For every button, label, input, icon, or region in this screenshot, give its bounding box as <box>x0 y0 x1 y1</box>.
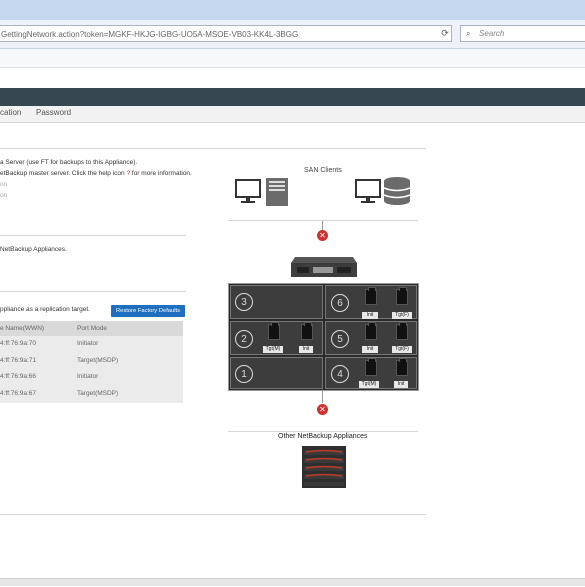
settings-tab-strip <box>0 106 585 123</box>
table-row-wwn: 4:ff:76:9a:70 <box>0 340 37 347</box>
port-label: Init <box>394 381 408 388</box>
section-divider-1 <box>0 235 186 236</box>
port-icon <box>361 322 379 348</box>
table-row-wwn: 4:ff:76:9a:66 <box>0 373 37 380</box>
slot-1[interactable]: 1 <box>230 357 323 389</box>
help-text-part1: etBackup master server. Click the help i… <box>0 170 127 177</box>
slot-3[interactable]: 3 <box>230 285 323 319</box>
fc-server-option: a Server (use FT for backups to this App… <box>0 159 138 166</box>
help-text-part2: for more information. <box>130 170 192 177</box>
appliances-divider <box>228 431 418 432</box>
slot-number: 3 <box>235 293 253 311</box>
slot-number: 1 <box>235 365 253 383</box>
appliance-device-icon <box>291 257 357 277</box>
connector-line <box>322 391 323 403</box>
top-divider <box>0 148 426 149</box>
port-label: Tgt(M) <box>263 346 283 353</box>
column-header-wwn: e Name(WWN) <box>0 325 45 332</box>
monitor-icon <box>235 179 261 203</box>
search-placeholder: Search <box>479 29 505 38</box>
table-row-mode[interactable]: Initiator <box>77 373 98 380</box>
monitor-icon <box>355 179 381 203</box>
other-appliances-label: Other NetBackup Appliances <box>278 433 368 440</box>
port-label: Tgt(F) <box>392 346 412 353</box>
server-tower-icon <box>266 178 288 206</box>
port-label: Tgt(M) <box>359 381 379 388</box>
app-header-bar <box>0 88 585 106</box>
browser-titlebar <box>0 0 585 20</box>
tab-replication[interactable]: cation <box>0 108 21 117</box>
replication-target-text: ppliance as a replication target. <box>0 306 90 313</box>
slot-number: 5 <box>331 330 349 348</box>
master-server-help-text: etBackup master server. Click the help i… <box>0 170 192 177</box>
restore-factory-defaults-button[interactable]: Restore Factory Defaults <box>111 305 185 317</box>
header-strip <box>0 68 585 89</box>
slot-number: 2 <box>235 330 253 348</box>
disconnected-x-icon: ✕ <box>317 230 328 241</box>
slot-2[interactable]: 2 Tgt(M) Init <box>230 321 323 355</box>
slot-number: 6 <box>331 294 349 312</box>
table-row-mode[interactable]: Target(MSDP) <box>77 357 118 364</box>
option-line-2: on <box>0 192 8 199</box>
address-bar[interactable]: GettingNetwork.action?token=MGKF-HKJG-IG… <box>0 25 452 42</box>
table-row-mode[interactable]: Target(MSDP) <box>77 390 118 397</box>
section-divider-2 <box>0 291 186 292</box>
tab-password[interactable]: Password <box>36 108 71 117</box>
bottom-divider <box>0 514 426 515</box>
san-clients-icons <box>235 177 411 206</box>
database-icon <box>383 177 411 205</box>
bookmarks-bar <box>0 49 585 68</box>
port-label: Init <box>299 346 313 353</box>
browser-search-input[interactable]: ⌕ Search <box>460 25 585 42</box>
slot-number: 4 <box>331 365 349 383</box>
port-label: Init <box>362 346 378 353</box>
refresh-icon[interactable]: ⟳ <box>438 27 452 40</box>
disconnected-x-icon: ✕ <box>317 404 328 415</box>
table-row-wwn: 4:ff:76:9a:71 <box>0 357 37 364</box>
slot-4[interactable]: 4 Tgt(M) Init <box>325 357 417 389</box>
table-row-wwn: 4:ff:76:9a:67 <box>0 390 37 397</box>
port-icon <box>392 287 410 313</box>
appliance-stack-icon <box>302 446 346 488</box>
slot-5[interactable]: 5 Init Tgt(F) <box>325 321 417 355</box>
option-line-1: on <box>0 181 8 188</box>
table-row-mode[interactable]: Initiator <box>77 340 98 347</box>
slot-6[interactable]: 6 Init Tgt(F) <box>325 285 417 319</box>
san-clients-label: SAN Clients <box>304 167 342 174</box>
san-divider <box>228 220 418 221</box>
port-label: Init <box>362 312 378 319</box>
search-icon: ⌕ <box>466 29 471 38</box>
port-label: Tgt(F) <box>392 312 412 319</box>
column-header-port-mode: Port Mode <box>77 325 107 332</box>
port-icon <box>297 322 315 348</box>
port-icon <box>392 322 410 348</box>
port-icon <box>361 287 379 313</box>
netbackup-appliances-text: NetBackup Appliances. <box>0 246 67 253</box>
port-icon <box>264 322 282 348</box>
